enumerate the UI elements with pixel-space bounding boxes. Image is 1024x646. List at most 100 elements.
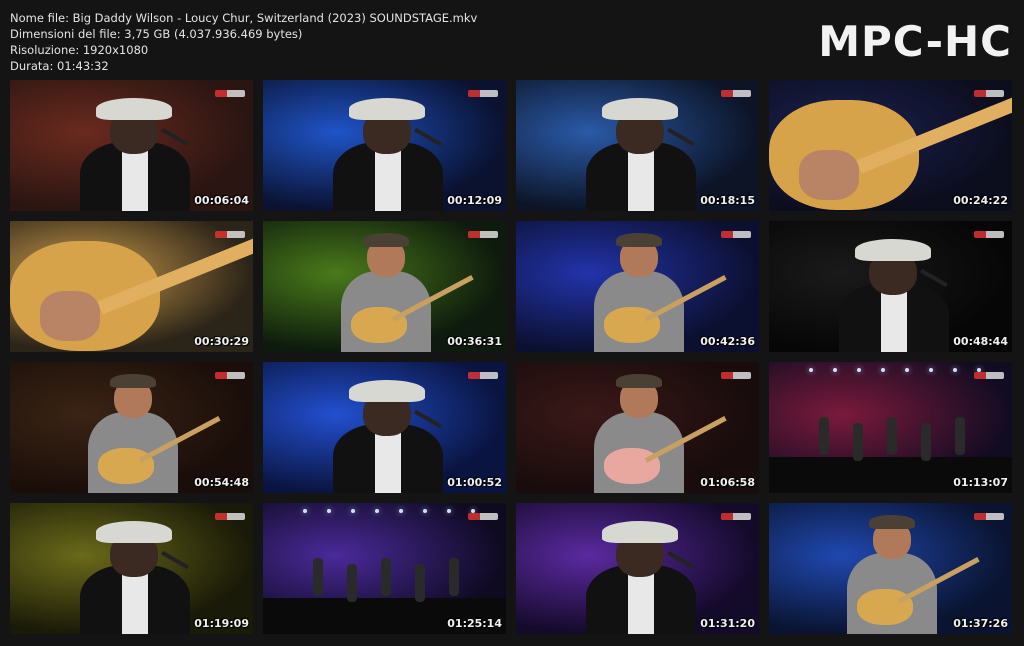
timestamp-label: 01:19:09 (194, 617, 249, 630)
thumbnail-scene (10, 221, 253, 352)
hat (349, 380, 425, 402)
channel-watermark-logo (215, 90, 245, 97)
band-member (853, 423, 863, 461)
microphone (161, 127, 189, 147)
video-thumbnail: 01:37:26 (769, 503, 1012, 634)
channel-watermark-logo (721, 90, 751, 97)
timestamp-label: 00:54:48 (194, 476, 249, 489)
stage-light (399, 509, 403, 513)
channel-watermark-logo (468, 90, 498, 97)
hat (855, 239, 931, 261)
thumbnail-grid: 00:06:04 00:12:09 00:18:15 00:24:22 00:30:29… (10, 80, 1012, 636)
video-thumbnail: 00:36:31 (263, 221, 506, 352)
thumbnail-scene (263, 221, 506, 352)
file-size-line: Dimensioni del file: 3,75 GB (4.037.936.… (10, 27, 303, 41)
timestamp-label: 01:37:26 (953, 617, 1008, 630)
file-info: Nome file: Big Daddy Wilson - Loucy Chur… (10, 10, 477, 74)
stage-light (423, 509, 427, 513)
channel-watermark-logo (215, 372, 245, 379)
thumbnail-scene (10, 80, 253, 211)
hat (349, 98, 425, 120)
timestamp-label: 00:36:31 (447, 335, 502, 348)
duration-line: Durata: 01:43:32 (10, 59, 109, 73)
band-member (921, 423, 931, 461)
thumbnail-scene (769, 80, 1012, 211)
channel-watermark-logo (974, 231, 1004, 238)
video-thumbnail: 01:06:58 (516, 362, 759, 493)
video-thumbnail: 01:31:20 (516, 503, 759, 634)
band-member (955, 417, 965, 455)
microphone (414, 409, 442, 429)
hat (602, 98, 678, 120)
video-thumbnail: 01:25:14 (263, 503, 506, 634)
channel-watermark-logo (721, 372, 751, 379)
thumbnail-scene (516, 503, 759, 634)
thumbnail-scene (769, 503, 1012, 634)
cap (616, 374, 662, 388)
timestamp-label: 00:24:22 (953, 194, 1008, 207)
channel-watermark-logo (721, 231, 751, 238)
stage-light (447, 509, 451, 513)
timestamp-label: 00:18:15 (700, 194, 755, 207)
resolution-line: Risoluzione: 1920x1080 (10, 43, 149, 57)
stage-light (833, 368, 837, 372)
hand (799, 150, 859, 200)
channel-watermark-logo (974, 372, 1004, 379)
stage-light (857, 368, 861, 372)
timestamp-label: 00:42:36 (700, 335, 755, 348)
timestamp-label: 01:13:07 (953, 476, 1008, 489)
microphone (161, 550, 189, 570)
cap (363, 233, 409, 247)
timestamp-label: 00:30:29 (194, 335, 249, 348)
stage-light (327, 509, 331, 513)
band-member (381, 558, 391, 596)
cap (110, 374, 156, 388)
video-thumbnail: 00:42:36 (516, 221, 759, 352)
channel-watermark-logo (468, 513, 498, 520)
band-member (887, 417, 897, 455)
video-thumbnail: 00:18:15 (516, 80, 759, 211)
thumbnail-scene (263, 80, 506, 211)
thumbnail-scene (516, 80, 759, 211)
band-member (415, 564, 425, 602)
hat (96, 98, 172, 120)
timestamp-label: 01:06:58 (700, 476, 755, 489)
mpc-hc-logo: MPC-HC (818, 17, 1012, 66)
hat (96, 521, 172, 543)
cap (616, 233, 662, 247)
timestamp-label: 00:06:04 (194, 194, 249, 207)
hat (602, 521, 678, 543)
thumbnail-scene (769, 362, 1012, 493)
thumbnail-scene (263, 362, 506, 493)
microphone (414, 127, 442, 147)
stage-light (929, 368, 933, 372)
band-member (313, 558, 323, 596)
video-thumbnail: 01:13:07 (769, 362, 1012, 493)
timestamp-label: 01:25:14 (447, 617, 502, 630)
thumbnail-scene (516, 362, 759, 493)
channel-watermark-logo (215, 231, 245, 238)
video-thumbnail: 01:19:09 (10, 503, 253, 634)
cap (869, 515, 915, 529)
hand (40, 291, 100, 341)
thumbnail-scene (10, 503, 253, 634)
band-member (347, 564, 357, 602)
channel-watermark-logo (468, 231, 498, 238)
microphone (667, 550, 695, 570)
timestamp-label: 01:00:52 (447, 476, 502, 489)
video-thumbnail: 01:00:52 (263, 362, 506, 493)
channel-watermark-logo (974, 513, 1004, 520)
microphone (920, 268, 948, 288)
stage-light (881, 368, 885, 372)
video-thumbnail: 00:48:44 (769, 221, 1012, 352)
timestamp-label: 00:12:09 (447, 194, 502, 207)
video-thumbnail: 00:24:22 (769, 80, 1012, 211)
stage-light (905, 368, 909, 372)
stage-light (351, 509, 355, 513)
timestamp-label: 00:48:44 (953, 335, 1008, 348)
channel-watermark-logo (215, 513, 245, 520)
channel-watermark-logo (721, 513, 751, 520)
microphone (667, 127, 695, 147)
stage-light (953, 368, 957, 372)
video-thumbnail: 00:12:09 (263, 80, 506, 211)
